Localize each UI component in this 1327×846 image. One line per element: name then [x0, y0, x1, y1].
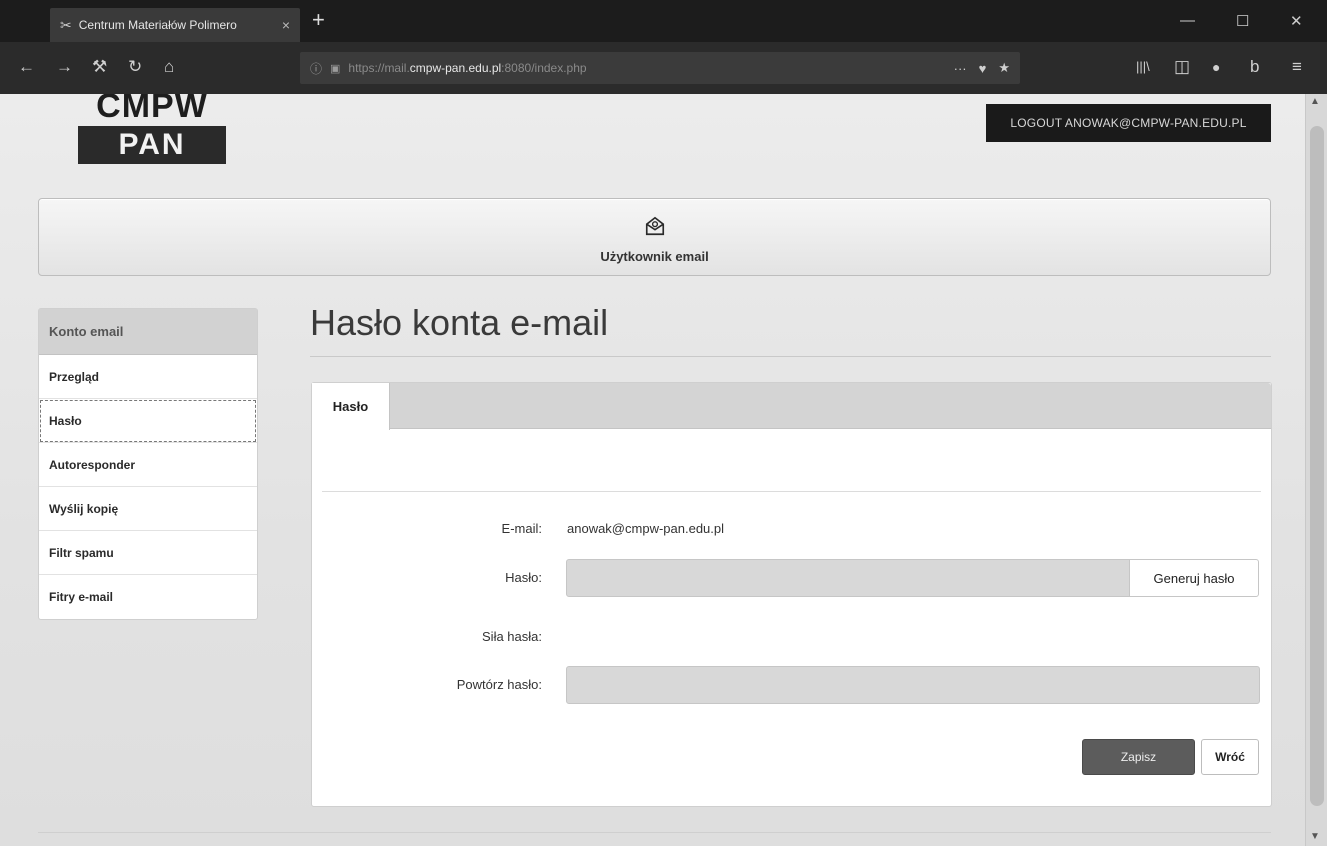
- browser-navbar: ← → ⚒ ↻ ⌂ ⓘ ▣ https://mail.cmpw-pan.edu.…: [0, 42, 1327, 94]
- sidebar-header: Konto email: [39, 309, 257, 355]
- sidebar-item-haslo[interactable]: Hasło: [39, 399, 257, 443]
- password-panel: Hasło E-mail: anowak@cmpw-pan.edu.pl Has…: [311, 382, 1272, 807]
- sidebar-toggle-icon[interactable]: ◫: [1174, 57, 1190, 77]
- sidebar-item-filtry-email[interactable]: Fitry e-mail: [39, 575, 257, 619]
- page-title: Hasło konta e-mail: [310, 302, 609, 343]
- panel-tabbar: Hasło: [312, 383, 1271, 430]
- open-envelope-icon: [645, 216, 665, 236]
- footer-divider: [38, 832, 1271, 833]
- email-value: anowak@cmpw-pan.edu.pl: [567, 521, 725, 536]
- back-arrow-icon[interactable]: ←: [18, 57, 35, 77]
- repeat-password-label: Powtórz hasło:: [456, 677, 542, 692]
- logout-button[interactable]: LOGOUT ANOWAK@CMPW-PAN.EDU.PL: [986, 104, 1271, 142]
- browser-tab[interactable]: ✂ Centrum Materiałów Polimero ×: [50, 8, 300, 42]
- bookmark-star-icon[interactable]: ★: [998, 60, 1010, 76]
- more-actions-icon[interactable]: ···: [954, 61, 967, 76]
- logo-bottom-text: PAN: [78, 126, 226, 164]
- email-label: E-mail:: [501, 521, 542, 536]
- repeat-password-input[interactable]: [566, 666, 1260, 704]
- sidebar-item-wyslij-kopie[interactable]: Wyślij kopię: [39, 487, 257, 531]
- tab-close-icon[interactable]: ×: [282, 17, 290, 33]
- banner-label: Użytkownik email: [600, 249, 709, 264]
- pocket-icon[interactable]: ♥: [979, 61, 987, 76]
- menu-icon[interactable]: ≡: [1292, 57, 1302, 77]
- url-text: https://mail.cmpw-pan.edu.pl:8080/index.…: [348, 61, 587, 75]
- scroll-down-icon[interactable]: ▼: [1310, 831, 1320, 842]
- panel-divider: [322, 491, 1261, 492]
- tab-title: Centrum Materiałów Polimero: [78, 18, 237, 32]
- password-strength-label: Siła hasła:: [482, 629, 542, 644]
- home-icon[interactable]: ⌂: [164, 57, 174, 77]
- url-bar[interactable]: ⓘ ▣ https://mail.cmpw-pan.edu.pl:8080/in…: [300, 52, 1020, 84]
- password-label: Hasło:: [505, 570, 542, 585]
- tools-icon: ✂: [60, 16, 72, 33]
- generate-password-button[interactable]: Generuj hasło: [1129, 559, 1259, 597]
- cmpw-pan-logo[interactable]: CMPW PAN: [78, 94, 226, 164]
- reload-icon[interactable]: ↻: [128, 57, 142, 77]
- sidebar-item-filtr-spamu[interactable]: Filtr spamu: [39, 531, 257, 575]
- minimize-button[interactable]: —: [1180, 12, 1195, 29]
- page-scrollbar[interactable]: ▲ ▼: [1305, 94, 1327, 846]
- title-divider: [310, 356, 1271, 357]
- close-window-button[interactable]: ✕: [1290, 12, 1303, 30]
- back-button[interactable]: Wróć: [1201, 739, 1259, 775]
- library-icon[interactable]: |||\: [1136, 57, 1150, 77]
- password-input[interactable]: [566, 559, 1130, 597]
- lock-icon: ▣: [330, 62, 341, 75]
- new-tab-button[interactable]: +: [312, 9, 325, 31]
- extension-b-icon[interactable]: b: [1250, 57, 1259, 77]
- forward-arrow-icon[interactable]: →: [56, 57, 73, 77]
- maximize-button[interactable]: ☐: [1236, 12, 1249, 30]
- sidebar-item-autoresponder[interactable]: Autoresponder: [39, 443, 257, 487]
- scroll-up-icon[interactable]: ▲: [1310, 96, 1320, 107]
- browser-titlebar: ✂ Centrum Materiałów Polimero × + — ☐ ✕: [0, 0, 1327, 42]
- wrench-icon[interactable]: ⚒: [92, 57, 107, 77]
- info-icon[interactable]: ⓘ: [310, 60, 322, 77]
- logo-top-text: CMPW: [96, 94, 208, 125]
- scroll-thumb[interactable]: [1310, 126, 1324, 806]
- sidebar-item-przeglad[interactable]: Przegląd: [39, 355, 257, 399]
- email-user-banner[interactable]: Użytkownik email: [38, 198, 1271, 276]
- page-content: CMPW PAN LOGOUT ANOWAK@CMPW-PAN.EDU.PL U…: [0, 94, 1305, 846]
- save-button[interactable]: Zapisz: [1082, 739, 1195, 775]
- extension-icon[interactable]: ●: [1212, 57, 1220, 77]
- tab-haslo[interactable]: Hasło: [312, 383, 390, 430]
- account-sidebar: Konto email Przegląd Hasło Autoresponder…: [38, 308, 258, 620]
